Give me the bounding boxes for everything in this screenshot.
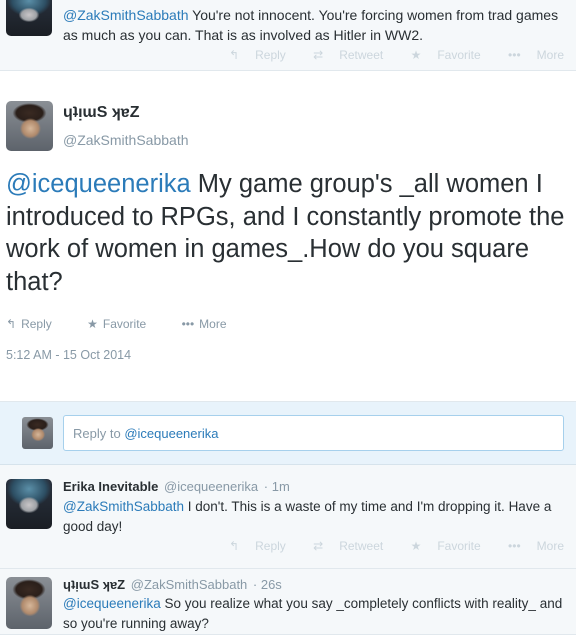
reply-button[interactable]: ↰ Reply [6, 317, 68, 331]
reply-button[interactable]: ↰ Reply [217, 539, 286, 553]
mention-link[interactable]: @ZakSmithSabbath [63, 499, 184, 514]
reply-icon: ↰ [229, 539, 240, 553]
more-button[interactable]: ••• More [182, 317, 243, 331]
reply-icon: ↰ [6, 317, 17, 331]
more-dots-icon: ••• [508, 539, 521, 553]
mention-link[interactable]: @ZakSmithSabbath [63, 7, 189, 23]
reply-tweet[interactable]: Erika Inevitable @icequeenerika · 1m @Za… [0, 465, 576, 569]
more-button[interactable]: ••• More [496, 539, 564, 553]
tweet-time[interactable]: · 26s [253, 577, 282, 592]
more-label: More [199, 317, 227, 331]
star-icon: ★ [87, 317, 98, 331]
more-label: More [536, 48, 564, 62]
reply-button[interactable]: ↰ Reply [217, 48, 286, 62]
mention-link[interactable]: @icequeenerika [63, 596, 161, 611]
retweet-button[interactable]: ⇄ Retweet [301, 539, 383, 553]
tweet-time[interactable]: · 1m [264, 479, 290, 494]
reply-placeholder: Reply to @icequeenerika [73, 426, 218, 441]
display-name[interactable]: ɥʇᴉɯS ʞɐZ [63, 577, 125, 592]
more-dots-icon: ••• [508, 48, 521, 62]
tweet-actions: ↰ Reply ⇄ Retweet ★ Favorite ••• More [205, 539, 564, 553]
favorite-button[interactable]: ★ Favorite [87, 317, 162, 331]
avatar[interactable] [6, 479, 52, 529]
tweet-header: ɥʇᴉɯS ʞɐZ @ZakSmithSabbath · 26s [63, 577, 282, 592]
favorite-button[interactable]: ★ Favorite [399, 539, 481, 553]
retweet-icon: ⇄ [313, 48, 324, 62]
reply-icon: ↰ [229, 48, 240, 62]
more-button[interactable]: ••• More [496, 48, 564, 62]
previous-tweet[interactable]: @ZakSmithSabbath You're not innocent. Yo… [0, 0, 576, 71]
reply-mention: @icequeenerika [124, 426, 219, 441]
username[interactable]: @ZakSmithSabbath [63, 132, 189, 148]
username[interactable]: @ZakSmithSabbath [131, 577, 248, 592]
username[interactable]: @icequeenerika [164, 479, 258, 494]
tweet-text: @icequeenerika My game group's _all wome… [6, 168, 571, 298]
tweet-actions: ↰ Reply ⇄ Retweet ★ Favorite ••• More [205, 48, 564, 62]
tweet-timestamp[interactable]: 5:12 AM - 15 Oct 2014 [6, 348, 131, 362]
reply-composer: Reply to @icequeenerika [0, 402, 576, 465]
avatar[interactable] [6, 101, 53, 151]
favorite-button[interactable]: ★ Favorite [399, 48, 481, 62]
reply-label: Reply [255, 48, 286, 62]
reply-input[interactable]: Reply to @icequeenerika [63, 415, 564, 451]
tweet-actions: ↰ Reply ★ Favorite ••• More [6, 317, 259, 331]
avatar[interactable] [6, 577, 52, 629]
favorite-label: Favorite [437, 539, 481, 553]
reply-tweet[interactable]: ɥʇᴉɯS ʞɐZ @ZakSmithSabbath · 26s @iceque… [0, 569, 576, 635]
retweet-label: Retweet [339, 48, 384, 62]
tweet-text: @icequeenerika So you realize what you s… [63, 594, 563, 633]
tweet-text: @ZakSmithSabbath I don't. This is a wast… [63, 497, 563, 536]
avatar [22, 417, 53, 449]
tweet-header: Erika Inevitable @icequeenerika · 1m [63, 479, 290, 494]
main-tweet: ɥʇᴉɯS ʞɐZ @ZakSmithSabbath @icequeenerik… [0, 71, 576, 402]
star-icon: ★ [410, 48, 422, 62]
retweet-button[interactable]: ⇄ Retweet [301, 48, 383, 62]
avatar[interactable] [6, 0, 52, 36]
mention-link[interactable]: @icequeenerika [6, 170, 191, 198]
more-dots-icon: ••• [181, 317, 195, 331]
reply-label: Reply [255, 539, 286, 553]
reply-prefix: Reply to [73, 426, 125, 441]
display-name[interactable]: Erika Inevitable [63, 479, 158, 494]
display-name[interactable]: ɥʇᴉɯS ʞɐZ [63, 104, 139, 122]
retweet-icon: ⇄ [313, 539, 324, 553]
retweet-label: Retweet [339, 539, 384, 553]
reply-label: Reply [21, 317, 52, 331]
star-icon: ★ [410, 539, 422, 553]
more-label: More [536, 539, 564, 553]
tweet-text: @ZakSmithSabbath You're not innocent. Yo… [63, 5, 563, 45]
favorite-label: Favorite [102, 317, 147, 331]
favorite-label: Favorite [437, 48, 481, 62]
